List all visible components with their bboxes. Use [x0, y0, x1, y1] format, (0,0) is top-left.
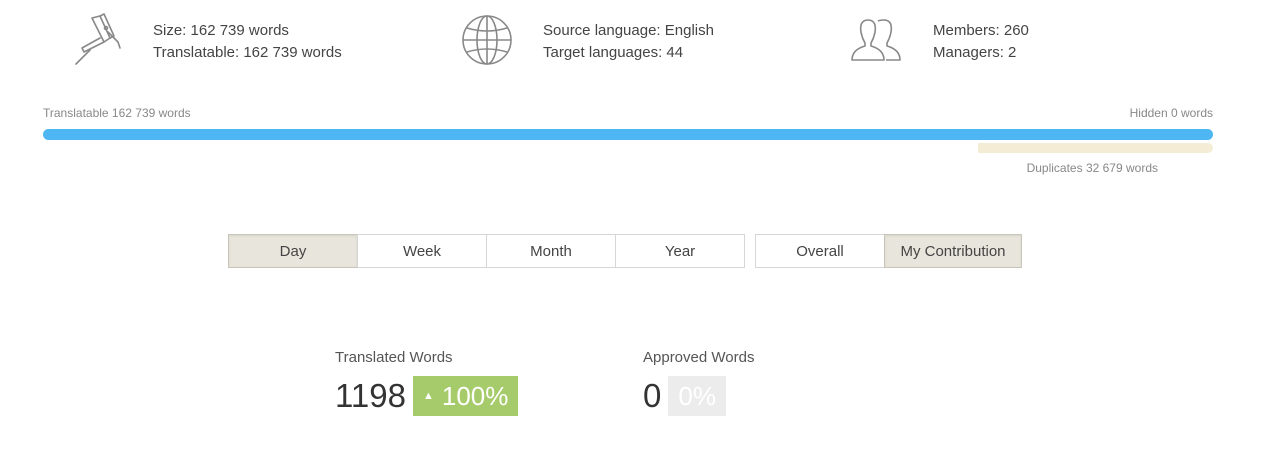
translatable-bar-label: Translatable 162 739 words — [43, 106, 191, 120]
approved-change-badge: 0% — [668, 376, 726, 416]
duplicates-bar-label: Duplicates 32 679 words — [1026, 161, 1158, 175]
translated-words-metric: Translated Words 1198 ▲ 100% — [335, 349, 519, 416]
size-stat: Size: 162 739 words Translatable: 162 73… — [70, 12, 390, 72]
period-selector: Day Week Month Year — [228, 234, 745, 268]
translatable-progress-bar — [43, 129, 1213, 140]
size-text: Size: 162 739 words — [153, 22, 289, 39]
duplicates-progress-fill — [978, 143, 1213, 153]
translated-words-label: Translated Words — [335, 349, 453, 366]
tab-year[interactable]: Year — [615, 234, 745, 268]
translated-words-value: 1198 — [335, 377, 406, 414]
managers-text: Managers: 2 — [933, 44, 1017, 61]
translated-change-value: 100% — [441, 381, 509, 411]
languages-stat: Source language: English Target language… — [458, 12, 778, 72]
members-stat: Members: 260 Managers: 2 — [848, 12, 1148, 72]
translatable-text: Translatable: 162 739 words — [153, 44, 342, 61]
translatable-progress-fill — [43, 129, 1213, 140]
duplicates-progress-bar — [43, 143, 1213, 153]
approved-change-value: 0% — [678, 381, 716, 411]
target-languages-text: Target languages: 44 — [543, 44, 684, 61]
source-language-text: Source language: English — [543, 22, 714, 39]
users-icon — [848, 12, 904, 68]
scope-selector: Overall My Contribution — [755, 234, 1022, 268]
approved-words-metric: Approved Words 0 0% — [643, 349, 754, 416]
arrow-up-icon: ▲ — [422, 390, 434, 402]
approved-words-value: 0 — [643, 377, 662, 414]
tab-week[interactable]: Week — [357, 234, 487, 268]
globe-icon — [458, 12, 514, 68]
tab-day[interactable]: Day — [228, 234, 358, 268]
tab-overall[interactable]: Overall — [755, 234, 885, 268]
members-text: Members: 260 — [933, 22, 1029, 39]
approved-words-label: Approved Words — [643, 349, 755, 366]
project-stats-page: Size: 162 739 words Translatable: 162 73… — [0, 0, 1276, 472]
translated-change-badge: ▲ 100% — [412, 376, 519, 416]
hidden-bar-label: Hidden 0 words — [1129, 106, 1213, 120]
tab-month[interactable]: Month — [486, 234, 616, 268]
caliper-icon — [70, 12, 126, 68]
tab-my-contribution[interactable]: My Contribution — [884, 234, 1022, 268]
